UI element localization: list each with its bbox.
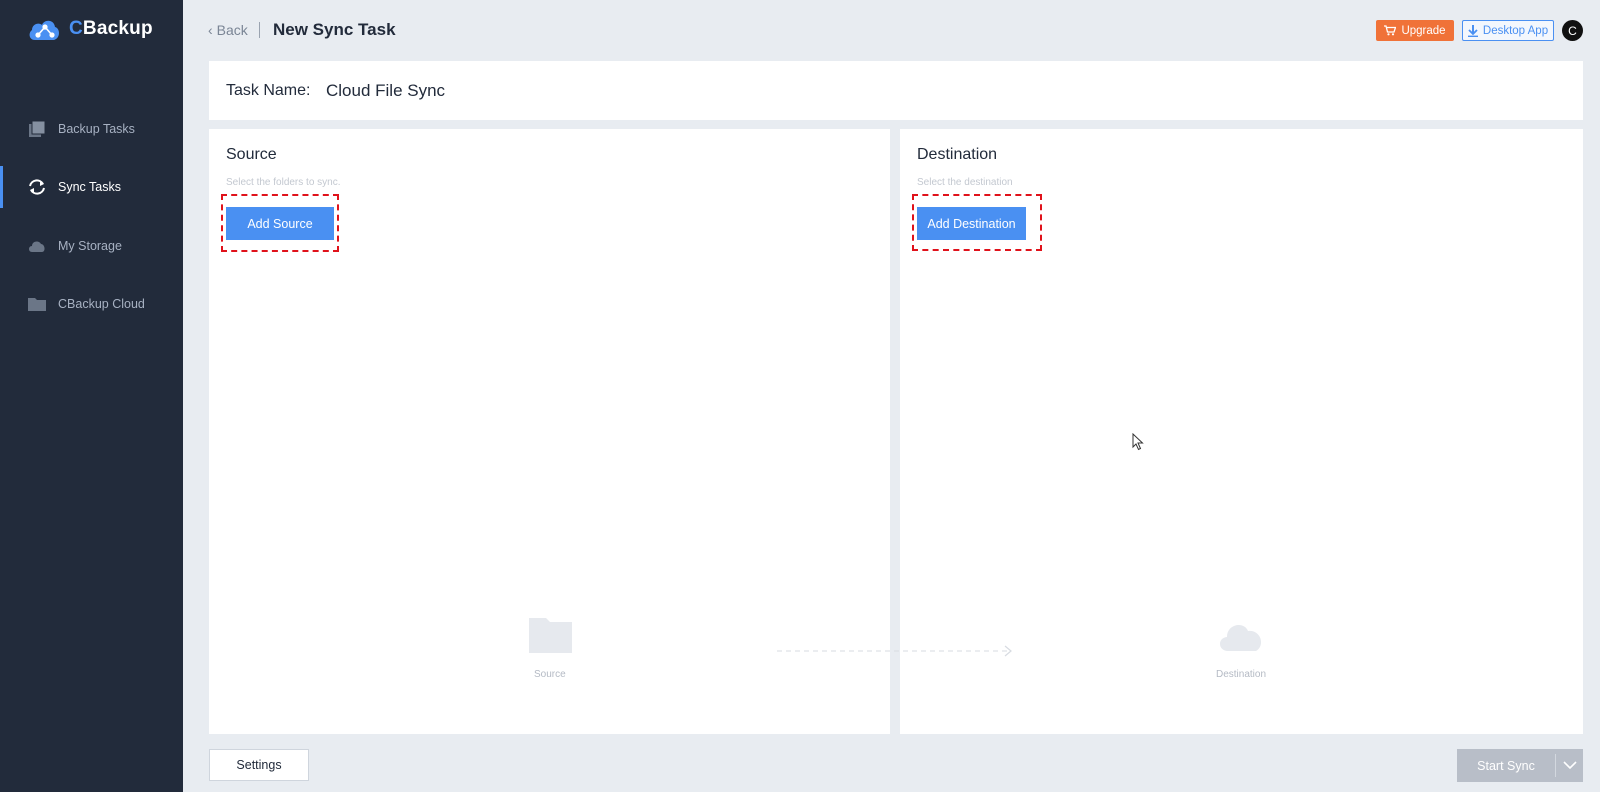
desktop-app-button[interactable]: Desktop App [1462,20,1554,41]
start-sync-label: Start Sync [1477,758,1535,773]
sidebar-item-label: Backup Tasks [58,122,135,136]
task-name-panel: Task Name: [209,61,1583,120]
sync-icon [29,179,45,195]
destination-cloud-icon [1219,625,1262,651]
sidebar-item-cbackup-cloud[interactable]: CBackup Cloud [0,283,183,325]
chevron-left-icon: ‹ [208,22,213,38]
download-icon [1467,24,1478,37]
upgrade-button[interactable]: Upgrade [1376,20,1454,41]
chevron-down-icon[interactable] [1556,749,1583,782]
destination-panel: Destination Select the destination Add D… [900,129,1583,734]
header-divider [259,22,260,38]
cbackup-logo-icon [29,20,59,40]
folder-icon [28,298,46,311]
sync-flow-arrow-icon [777,645,1012,657]
source-placeholder-label: Source [534,669,566,680]
destination-placeholder-label: Destination [1216,669,1267,680]
avatar[interactable]: C [1562,20,1583,41]
sidebar: CBackup Backup Tasks Sync Tasks My Stora… [0,0,183,792]
sidebar-item-sync-tasks[interactable]: Sync Tasks [0,166,183,208]
start-sync-button[interactable]: Start Sync [1457,749,1583,782]
destination-hint: Select the destination [917,177,1013,188]
sidebar-item-label: CBackup Cloud [58,297,145,311]
task-name-label: Task Name: [226,82,311,99]
destination-title: Destination [917,146,998,163]
source-title: Source [226,146,277,163]
logo-text: CBackup [69,18,153,39]
cart-icon [1384,25,1397,36]
back-button[interactable]: ‹ Back [208,22,248,38]
back-label: Back [216,22,248,38]
sidebar-item-label: Sync Tasks [58,180,121,194]
backup-tasks-icon [29,120,46,137]
source-panel: Source Select the folders to sync. Add S… [209,129,890,734]
page-title: New Sync Task [273,20,396,39]
add-source-button[interactable]: Add Source [226,207,334,240]
source-folder-icon [529,618,572,653]
settings-button[interactable]: Settings [209,749,309,781]
task-name-input[interactable] [326,81,926,101]
sidebar-item-label: My Storage [58,239,122,253]
sidebar-item-backup-tasks[interactable]: Backup Tasks [0,108,183,150]
sidebar-item-my-storage[interactable]: My Storage [0,225,183,267]
desktop-app-label: Desktop App [1482,24,1549,37]
add-destination-button[interactable]: Add Destination [917,207,1026,240]
mouse-cursor-icon [1132,433,1144,451]
upgrade-label: Upgrade [1401,24,1446,37]
logo[interactable]: CBackup [27,16,153,42]
cloud-icon [29,241,45,252]
source-hint: Select the folders to sync. [226,177,341,188]
